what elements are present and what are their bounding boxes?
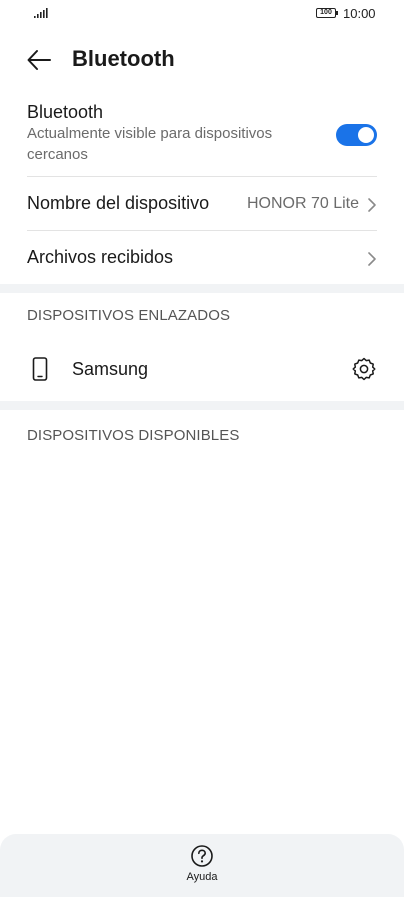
bluetooth-row-title: Bluetooth (27, 102, 104, 122)
help-question-icon (191, 845, 213, 867)
received-files-label: Archivos recibidos (27, 247, 174, 267)
device-name-row[interactable]: Nombre del dispositivo HONOR 70 Lite (27, 193, 377, 217)
available-devices-header: DISPOSITIVOS DISPONIBLES (27, 427, 240, 444)
bluetooth-row-subtitle: Actualmente visible para dispositivos ce… (27, 125, 273, 163)
received-files-row[interactable]: Archivos recibidos (27, 247, 377, 271)
back-arrow-icon[interactable] (26, 47, 52, 73)
bluetooth-switch-knob (358, 127, 374, 143)
divider (27, 176, 377, 177)
section-gap (0, 401, 404, 410)
signal-strength-icon (34, 8, 48, 18)
gear-icon[interactable] (351, 356, 377, 382)
divider (27, 230, 377, 231)
battery-icon: 100 (316, 8, 338, 18)
help-button[interactable]: Ayuda (172, 844, 232, 892)
bottom-bar: Ayuda (0, 834, 404, 897)
status-bar: 100 10:00 (0, 0, 404, 28)
bluetooth-toggle-row[interactable]: Bluetooth Actualmente visible para dispo… (27, 102, 377, 170)
paired-device-name: Samsung (72, 359, 149, 379)
section-gap (0, 284, 404, 293)
paired-device-item[interactable]: Samsung (27, 356, 377, 384)
chevron-right-icon (368, 252, 376, 266)
app-header: Bluetooth (0, 40, 404, 80)
bluetooth-switch[interactable] (336, 124, 377, 146)
chevron-right-icon (368, 198, 376, 212)
phone-icon (32, 357, 48, 381)
help-label: Ayuda (186, 871, 218, 883)
paired-devices-header: DISPOSITIVOS ENLAZADOS (27, 307, 231, 324)
device-name-value: HONOR 70 Lite (246, 195, 359, 212)
page-title: Bluetooth (72, 46, 175, 71)
status-time: 10:00 (343, 6, 376, 21)
